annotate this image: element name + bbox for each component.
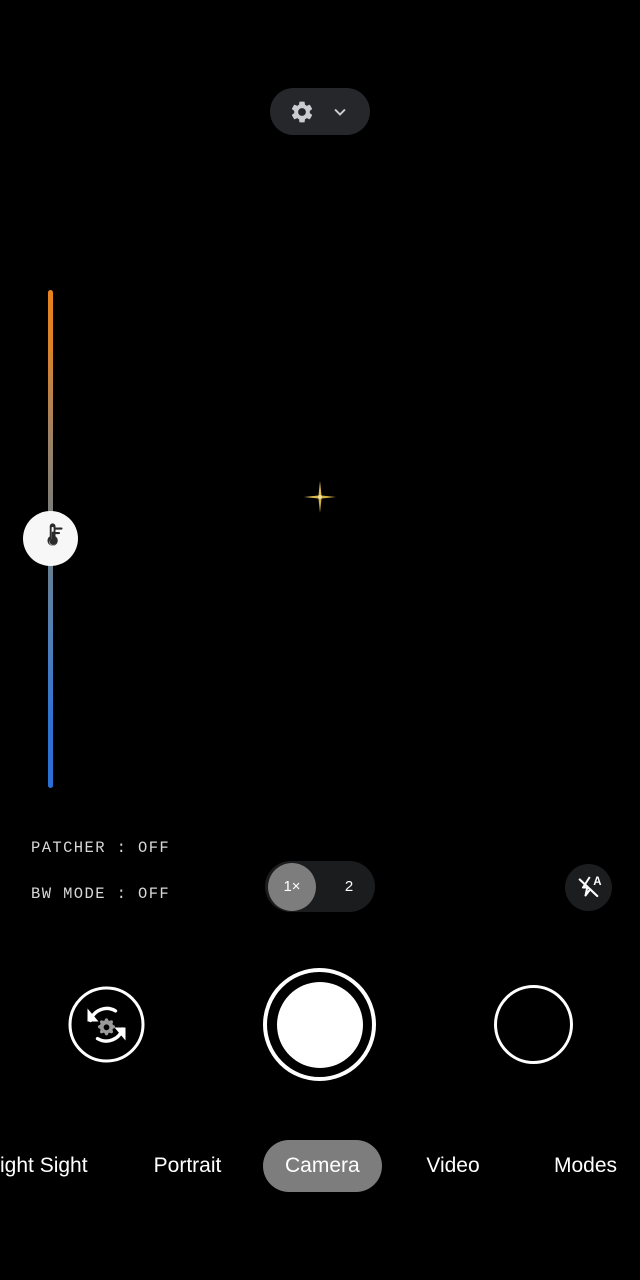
- camera-switch-icon[interactable]: [68, 986, 145, 1063]
- info-row-patcher: PATCHER : OFF: [31, 839, 171, 857]
- mode-item-night-sight[interactable]: ight Sight: [0, 1140, 122, 1192]
- mode-item-video[interactable]: Video: [403, 1140, 503, 1192]
- zoom-option-1x[interactable]: 1×: [268, 862, 316, 911]
- svg-text:A: A: [593, 876, 601, 888]
- zoom-option-2x[interactable]: 2: [324, 865, 374, 909]
- mode-item-portrait[interactable]: Portrait: [135, 1140, 240, 1192]
- gear-icon[interactable]: [289, 99, 315, 125]
- focus-star-icon: [303, 480, 337, 514]
- android-navigation-bar: [0, 1210, 640, 1280]
- mode-strip[interactable]: ight Sight Portrait Camera Video Modes: [0, 1140, 640, 1196]
- thermometer-icon: [36, 521, 66, 556]
- mode-item-camera[interactable]: Camera: [263, 1140, 382, 1192]
- shutter-inner-circle: [276, 981, 363, 1068]
- camera-app-screen: PATCHER : OFF BW MODE : OFF 1× 2 A ight …: [0, 0, 640, 1280]
- settings-pill[interactable]: [270, 88, 370, 135]
- flash-off-auto-icon[interactable]: A: [565, 864, 612, 911]
- chevron-down-icon[interactable]: [329, 101, 351, 123]
- info-row-bw-mode: BW MODE : OFF: [31, 885, 171, 903]
- gallery-thumbnail-icon[interactable]: [494, 985, 573, 1064]
- shutter-icon[interactable]: [263, 968, 376, 1081]
- mode-item-modes[interactable]: Modes: [533, 1140, 638, 1192]
- zoom-toggle[interactable]: 1× 2: [265, 861, 375, 912]
- temperature-slider-thumb[interactable]: [23, 511, 78, 566]
